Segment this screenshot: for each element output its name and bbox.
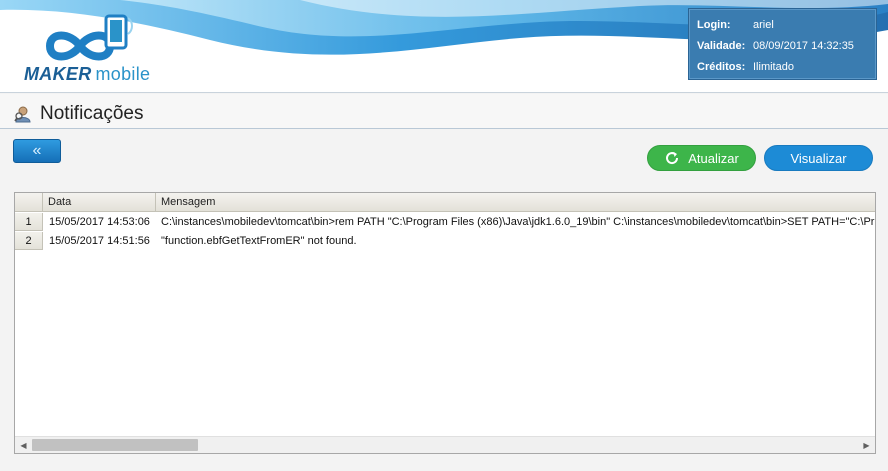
- brand-name-bold: MAKER: [24, 64, 92, 84]
- validity-row: Validade: 08/09/2017 14:32:35: [697, 35, 876, 56]
- row-message: "function.ebfGetTextFromER" not found.: [161, 235, 357, 247]
- refresh-button-label: Atualizar: [688, 150, 739, 166]
- row-message: C:\instances\mobiledev\tomcat\bin>rem PA…: [161, 216, 876, 228]
- horizontal-scrollbar[interactable]: ◀ ▶: [15, 436, 875, 453]
- validity-label: Validade:: [697, 39, 746, 52]
- grid-header: Data Mensagem: [15, 193, 875, 212]
- validity-value: 08/09/2017 14:32:35: [753, 39, 854, 52]
- brand-name: MAKER mobile: [24, 64, 150, 85]
- scrollbar-thumb[interactable]: [32, 439, 198, 451]
- scroll-left-icon[interactable]: ◀: [15, 437, 32, 453]
- page-title: Notificações: [40, 103, 144, 124]
- login-value: ariel: [753, 18, 774, 31]
- row-date: 15/05/2017 14:53:06: [49, 216, 150, 228]
- login-row: Login: ariel: [697, 14, 876, 35]
- column-header-date[interactable]: Data: [43, 193, 156, 211]
- row-number: 2: [15, 232, 43, 250]
- refresh-icon: [666, 152, 679, 165]
- search-person-icon: [14, 106, 31, 123]
- row-number-header: [15, 193, 43, 211]
- credits-label: Créditos:: [697, 60, 746, 73]
- row-number: 1: [15, 213, 43, 231]
- double-chevron-left-icon: «: [32, 142, 42, 159]
- refresh-button[interactable]: Atualizar: [647, 145, 756, 171]
- row-date: 15/05/2017 14:51:56: [49, 235, 150, 247]
- table-row[interactable]: 1 15/05/2017 14:53:06 C:\instances\mobil…: [15, 213, 876, 231]
- app-header: MAKER mobile Login: ariel Validade: 08/09…: [0, 0, 888, 93]
- credits-row: Créditos: Ilimitado: [697, 56, 876, 77]
- notifications-grid: Data Mensagem 1 15/05/2017 14:53:06 C:\i…: [14, 192, 876, 454]
- scroll-right-icon[interactable]: ▶: [858, 437, 875, 453]
- column-header-message[interactable]: Mensagem: [156, 193, 875, 211]
- view-button-label: Visualizar: [790, 150, 847, 166]
- table-row[interactable]: 2 15/05/2017 14:51:56 "function.ebfGetTe…: [15, 232, 875, 250]
- page-title-bar: Notificações: [0, 94, 888, 129]
- credits-value: Ilimitado: [753, 60, 794, 73]
- login-label: Login:: [697, 18, 731, 31]
- view-button[interactable]: Visualizar: [764, 145, 873, 171]
- session-info-box: Login: ariel Validade: 08/09/2017 14:32:…: [688, 8, 877, 80]
- brand-name-light: mobile: [95, 64, 151, 84]
- back-button[interactable]: «: [13, 139, 61, 163]
